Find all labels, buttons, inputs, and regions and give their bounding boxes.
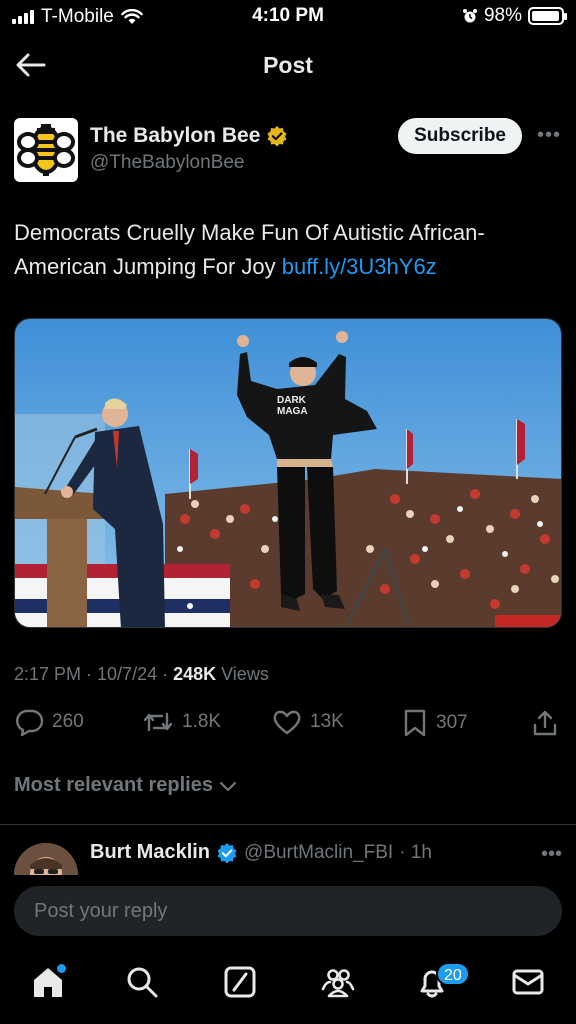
reply-composer: Post your reply xyxy=(0,875,576,950)
like-count: 13K xyxy=(310,711,344,732)
communities-icon xyxy=(321,969,355,998)
reply-input[interactable]: Post your reply xyxy=(14,886,562,936)
tab-search[interactable] xyxy=(124,964,164,1004)
reply-author-handle: @BurtMaclin_FBI xyxy=(244,841,394,863)
grok-icon xyxy=(224,966,256,998)
avatar[interactable] xyxy=(14,118,78,182)
nav-header: Post xyxy=(0,38,576,92)
reply-icon xyxy=(16,709,44,736)
author-name-line: The Babylon Bee xyxy=(90,124,288,148)
notification-count-badge: 20 xyxy=(436,962,470,986)
views-label: Views xyxy=(216,664,269,684)
tab-grok[interactable] xyxy=(222,964,262,1004)
bookmark-action[interactable]: 307 xyxy=(402,708,468,738)
tab-communities[interactable] xyxy=(320,964,360,1004)
tab-home[interactable] xyxy=(30,964,70,1004)
mail-icon xyxy=(512,969,544,995)
post-actions: 260 1.8K 13K 307 xyxy=(14,708,562,744)
reply-author-line: Burt Macklin @BurtMaclin_FBI · 1h xyxy=(90,841,432,864)
share-icon xyxy=(533,710,557,736)
chevron-down-icon xyxy=(219,781,237,791)
status-bar: T-Mobile 4:10 PM 98% xyxy=(0,0,576,34)
avatar[interactable] xyxy=(14,843,78,875)
reply-count: 260 xyxy=(52,711,84,732)
replies-sort-label: Most relevant replies xyxy=(14,774,213,796)
repost-action[interactable]: 1.8K xyxy=(142,708,221,736)
replies-sort-dropdown[interactable]: Most relevant replies xyxy=(14,774,237,797)
reply-avatar-photo xyxy=(14,843,78,875)
svg-text:DARK: DARK xyxy=(277,395,307,406)
page-title: Post xyxy=(263,52,313,78)
battery-percent: 98% xyxy=(483,5,522,26)
post-author: The Babylon Bee @TheBabylonBee Subscribe… xyxy=(14,118,562,182)
reply-action[interactable]: 260 xyxy=(14,708,84,736)
reply-age: · 1h xyxy=(399,841,432,863)
heart-icon xyxy=(273,710,301,735)
battery-icon xyxy=(528,7,567,25)
views-count: 248K xyxy=(173,664,217,684)
bookmark-count: 307 xyxy=(436,712,468,733)
babylon-bee-logo-icon xyxy=(17,124,75,176)
svg-text:MAGA: MAGA xyxy=(277,406,308,417)
repost-count: 1.8K xyxy=(182,711,222,732)
subscribe-button[interactable]: Subscribe xyxy=(398,118,522,154)
post-link[interactable]: buff.ly/3U3hY6z xyxy=(282,254,437,279)
post-image[interactable]: DARK MAGA xyxy=(14,318,562,628)
reply-author-name[interactable]: Burt Macklin xyxy=(90,841,210,864)
repost-icon xyxy=(143,712,173,732)
tab-messages[interactable] xyxy=(510,964,550,1004)
more-options-icon[interactable]: ••• xyxy=(536,124,562,148)
post-meta: 2:17 PM · 10/7/24 · 248K Views xyxy=(14,664,269,685)
bookmark-icon xyxy=(404,709,426,737)
verified-gold-badge-icon xyxy=(267,126,287,147)
share-action[interactable] xyxy=(530,708,560,738)
search-icon xyxy=(127,967,158,998)
more-options-icon[interactable]: ••• xyxy=(541,843,562,866)
author-name[interactable]: The Babylon Bee xyxy=(90,124,260,148)
author-handle: @TheBabylonBee xyxy=(90,152,245,173)
rally-photo-illustration: DARK MAGA xyxy=(15,319,561,627)
status-right: 98% xyxy=(462,5,567,27)
alarm-icon xyxy=(462,9,477,23)
list-item[interactable]: Burt Macklin @BurtMaclin_FBI · 1h ••• xyxy=(0,825,576,875)
post-text: Democrats Cruelly Make Fun Of Autistic A… xyxy=(14,216,562,284)
bottom-tab-bar: 20 xyxy=(0,950,576,1024)
like-action[interactable]: 13K xyxy=(272,708,344,736)
unread-dot xyxy=(57,964,66,973)
post-timestamp: 2:17 PM · 10/7/24 · xyxy=(14,664,174,684)
verified-blue-badge-icon xyxy=(217,842,237,863)
